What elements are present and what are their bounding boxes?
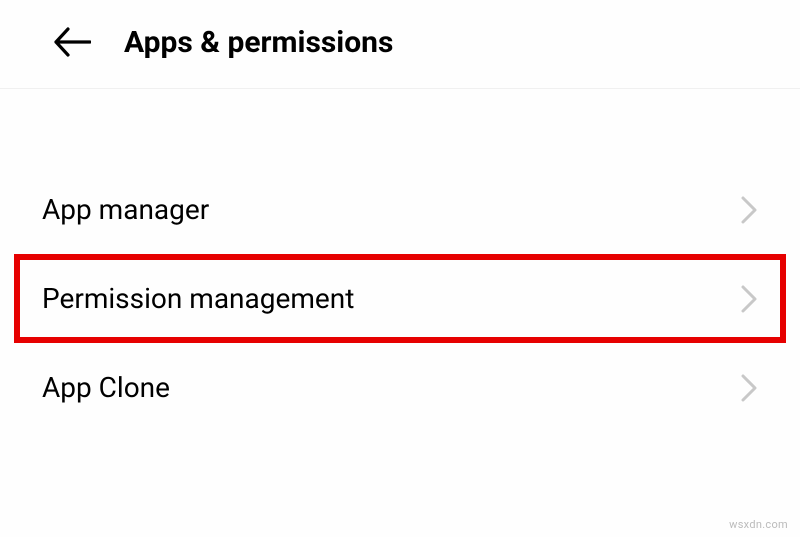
arrow-left-icon — [53, 27, 91, 57]
back-button[interactable] — [52, 22, 92, 62]
list-item-app-manager[interactable]: App manager — [0, 165, 800, 254]
list-item-label: Permission management — [42, 282, 354, 315]
header: Apps & permissions — [0, 0, 800, 89]
page-title: Apps & permissions — [124, 25, 393, 60]
watermark: wsxdn.com — [729, 518, 788, 531]
chevron-right-icon — [740, 373, 758, 403]
list-item-permission-management[interactable]: Permission management — [0, 254, 800, 343]
chevron-right-icon — [740, 284, 758, 314]
chevron-right-icon — [740, 195, 758, 225]
spacer — [0, 89, 800, 165]
settings-list: App manager Permission management App Cl… — [0, 165, 800, 432]
list-item-label: App manager — [42, 193, 209, 226]
list-item-label: App Clone — [42, 371, 170, 404]
list-item-app-clone[interactable]: App Clone — [0, 343, 800, 432]
